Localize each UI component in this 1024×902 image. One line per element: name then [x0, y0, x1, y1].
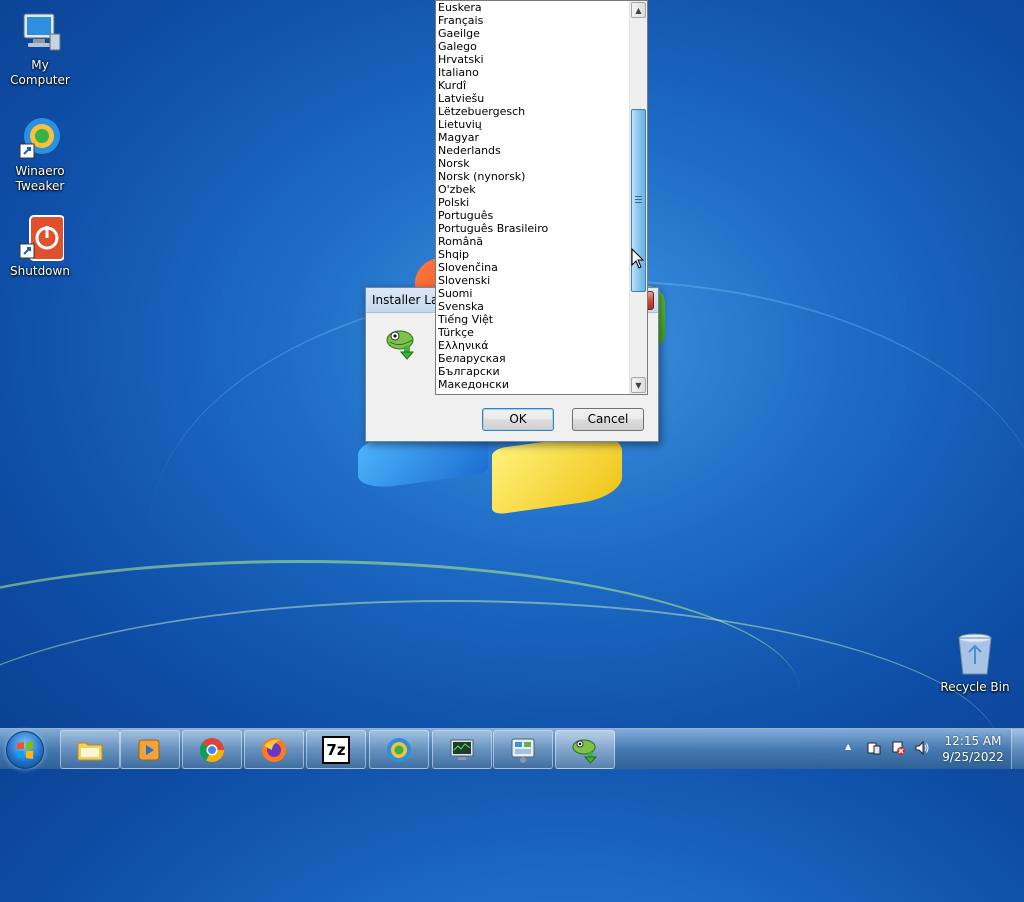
system-tray: ▲ — [840, 729, 935, 769]
list-item[interactable]: Français — [436, 14, 629, 27]
action-center-flag-icon[interactable] — [866, 740, 882, 756]
recycle-bin-icon — [951, 630, 999, 678]
list-item[interactable]: Italiano — [436, 66, 629, 79]
language-list: Euskera Français Gaeilge Galego Hrvatski… — [436, 1, 629, 394]
computer-icon — [16, 8, 64, 56]
list-item[interactable]: Slovenčina — [436, 261, 629, 274]
desktop-icon-label: Winaero — [15, 164, 65, 178]
folder-icon — [76, 736, 104, 764]
desktop-icon-label: My Computer — [10, 58, 70, 87]
list-item[interactable]: Latviešu — [436, 92, 629, 105]
taskbar-control-panel-button[interactable] — [493, 730, 553, 769]
desktop-icon-label: Shutdown — [10, 264, 70, 278]
list-item[interactable]: Svenska — [436, 300, 629, 313]
chrome-icon — [198, 736, 226, 764]
list-item[interactable]: Polski — [436, 196, 629, 209]
taskbar-explorer-button[interactable] — [60, 730, 120, 769]
grip-icon — [635, 196, 642, 205]
taskbar-firefox-button[interactable] — [244, 730, 304, 769]
desktop-icon-my-computer[interactable]: My Computer — [0, 8, 80, 88]
list-item[interactable]: Македонски — [436, 378, 629, 391]
taskbar-clock[interactable]: 12:15 AM 9/25/2022 — [935, 733, 1011, 765]
winaero-icon — [385, 736, 413, 764]
language-dropdown-list[interactable]: Euskera Français Gaeilge Galego Hrvatski… — [435, 0, 648, 395]
list-item[interactable]: Nederlands — [436, 144, 629, 157]
scroll-down-button[interactable]: ▼ — [631, 377, 646, 393]
list-item[interactable]: Ελληνικά — [436, 339, 629, 352]
desktop-icon-label: Tweaker — [15, 179, 65, 193]
show-hidden-icons-button[interactable]: ▲ — [845, 742, 851, 751]
clock-date: 9/25/2022 — [942, 750, 1004, 764]
taskbar-task-manager-button[interactable] — [432, 730, 492, 769]
taskbar-chrome-button[interactable] — [182, 730, 242, 769]
firefox-icon — [260, 736, 288, 764]
list-item[interactable]: O'zbek — [436, 183, 629, 196]
list-item[interactable]: Български — [436, 365, 629, 378]
desktop-icon-shutdown[interactable]: Shutdown — [0, 214, 80, 279]
list-item[interactable]: Română — [436, 235, 629, 248]
taskbar-installer-button[interactable] — [555, 730, 615, 769]
control-panel-icon — [509, 736, 537, 764]
volume-icon[interactable] — [914, 740, 930, 756]
7zip-label: 7z — [326, 741, 346, 759]
desktop-icon-recycle-bin[interactable]: Recycle Bin — [935, 630, 1015, 695]
power-icon — [16, 214, 65, 262]
list-item[interactable]: Slovenski — [436, 274, 629, 287]
monitor-icon — [448, 736, 476, 764]
scroll-up-button[interactable]: ▲ — [631, 2, 646, 18]
chameleon-installer-icon — [384, 326, 418, 360]
desktop-icon-label: Recycle Bin — [940, 680, 1010, 694]
list-item[interactable]: Türkçe — [436, 326, 629, 339]
desktop-icon-winaero-tweaker[interactable]: Winaero Tweaker — [0, 114, 80, 194]
chameleon-installer-icon — [571, 736, 599, 764]
network-icon[interactable] — [890, 740, 906, 756]
list-item[interactable]: Euskera — [436, 1, 629, 14]
media-player-icon — [136, 736, 164, 764]
list-item[interactable]: Suomi — [436, 287, 629, 300]
list-item[interactable]: Беларуская — [436, 352, 629, 365]
list-item[interactable]: Galego — [436, 40, 629, 53]
show-desktop-button[interactable] — [1011, 729, 1024, 769]
clock-time: 12:15 AM — [944, 734, 1002, 748]
list-item[interactable]: Norsk (nynorsk) — [436, 170, 629, 183]
taskbar-winaero-button[interactable] — [369, 730, 429, 769]
taskbar-7zip-button[interactable]: 7z — [306, 730, 366, 769]
taskbar-media-player-button[interactable] — [120, 730, 180, 769]
list-item[interactable]: Kurdî — [436, 79, 629, 92]
list-item[interactable]: Magyar — [436, 131, 629, 144]
list-item[interactable]: Gaeilge — [436, 27, 629, 40]
ok-button[interactable]: OK — [482, 408, 554, 431]
cancel-button[interactable]: Cancel — [572, 408, 644, 431]
list-item[interactable]: Shqip — [436, 248, 629, 261]
winaero-icon — [16, 114, 64, 162]
list-item[interactable]: Português Brasileiro — [436, 222, 629, 235]
windows-logo-yellow — [492, 430, 622, 516]
list-item[interactable]: Português — [436, 209, 629, 222]
windows-start-icon[interactable] — [6, 731, 44, 769]
list-item[interactable]: Norsk — [436, 157, 629, 170]
list-scrollbar[interactable]: ▲ ▼ — [629, 1, 647, 394]
list-item[interactable]: Lëtzebuergesch — [436, 105, 629, 118]
list-item[interactable]: Hrvatski — [436, 53, 629, 66]
list-item[interactable]: Tiếng Việt — [436, 313, 629, 326]
taskbar: 7z ▲ 12:15 AM 9/25/2022 — [0, 728, 1024, 769]
7zip-icon: 7z — [322, 736, 350, 764]
list-item[interactable]: Lietuvių — [436, 118, 629, 131]
